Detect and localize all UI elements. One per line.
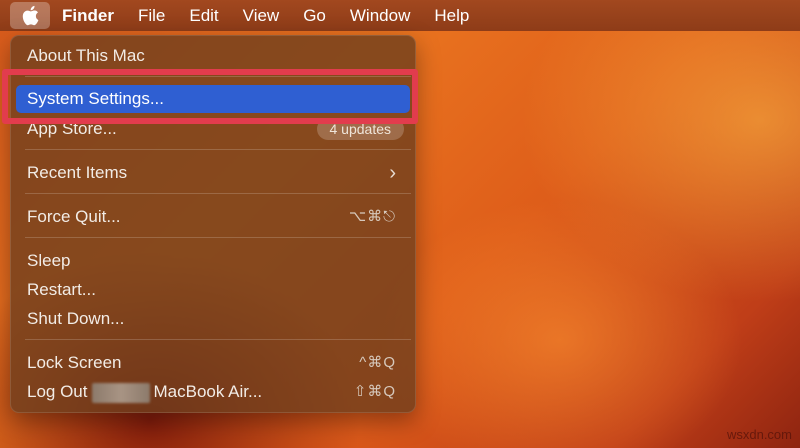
apple-menu-button[interactable] bbox=[10, 2, 50, 29]
menu-item-recent-items[interactable]: Recent Items › bbox=[16, 159, 410, 187]
redacted-username bbox=[91, 382, 150, 403]
menu-item-about-this-mac[interactable]: About This Mac bbox=[16, 42, 410, 70]
menu-bar: Finder File Edit View Go Window Help bbox=[0, 0, 800, 31]
menu-separator bbox=[25, 149, 411, 150]
menu-item-label: Shut Down... bbox=[27, 309, 125, 328]
menu-item-label: Lock Screen bbox=[27, 353, 122, 372]
menu-separator bbox=[25, 237, 411, 238]
chevron-right-icon: › bbox=[389, 162, 396, 184]
menu-view[interactable]: View bbox=[231, 0, 292, 31]
menu-item-force-quit[interactable]: Force Quit... ⌥⌘⎋ bbox=[16, 203, 410, 231]
menu-finder[interactable]: Finder bbox=[50, 0, 126, 31]
log-out-suffix: MacBook Air... bbox=[153, 382, 263, 401]
watermark: wsxdn.com bbox=[726, 427, 792, 442]
menu-item-sleep[interactable]: Sleep bbox=[16, 247, 410, 275]
menu-item-shut-down[interactable]: Shut Down... bbox=[16, 305, 410, 333]
menu-item-label: Force Quit... bbox=[27, 207, 121, 226]
menu-item-label: Sleep bbox=[27, 251, 71, 270]
shortcut-log-out: ⇧⌘Q bbox=[353, 383, 396, 400]
shortcut-lock-screen: ^⌘Q bbox=[359, 354, 396, 371]
menu-item-label: Recent Items bbox=[27, 163, 128, 182]
menu-separator bbox=[25, 339, 411, 340]
annotation-highlight-box bbox=[2, 69, 418, 124]
menu-item-lock-screen[interactable]: Lock Screen ^⌘Q bbox=[16, 349, 410, 377]
menu-go[interactable]: Go bbox=[291, 0, 338, 31]
menu-edit[interactable]: Edit bbox=[177, 0, 230, 31]
shortcut-force-quit: ⌥⌘⎋ bbox=[348, 208, 396, 225]
menu-item-label: Restart... bbox=[27, 280, 96, 299]
menu-item-label: About This Mac bbox=[27, 46, 145, 65]
menu-window[interactable]: Window bbox=[338, 0, 422, 31]
log-out-prefix: Log Out bbox=[27, 382, 88, 401]
menu-item-log-out[interactable]: Log Out MacBook Air... ⇧⌘Q bbox=[16, 378, 410, 406]
menu-item-label: Log Out MacBook Air... bbox=[27, 378, 262, 406]
apple-logo-icon bbox=[22, 5, 39, 26]
menu-help[interactable]: Help bbox=[422, 0, 481, 31]
menu-file[interactable]: File bbox=[126, 0, 177, 31]
menu-separator bbox=[25, 193, 411, 194]
menu-item-restart[interactable]: Restart... bbox=[16, 276, 410, 304]
